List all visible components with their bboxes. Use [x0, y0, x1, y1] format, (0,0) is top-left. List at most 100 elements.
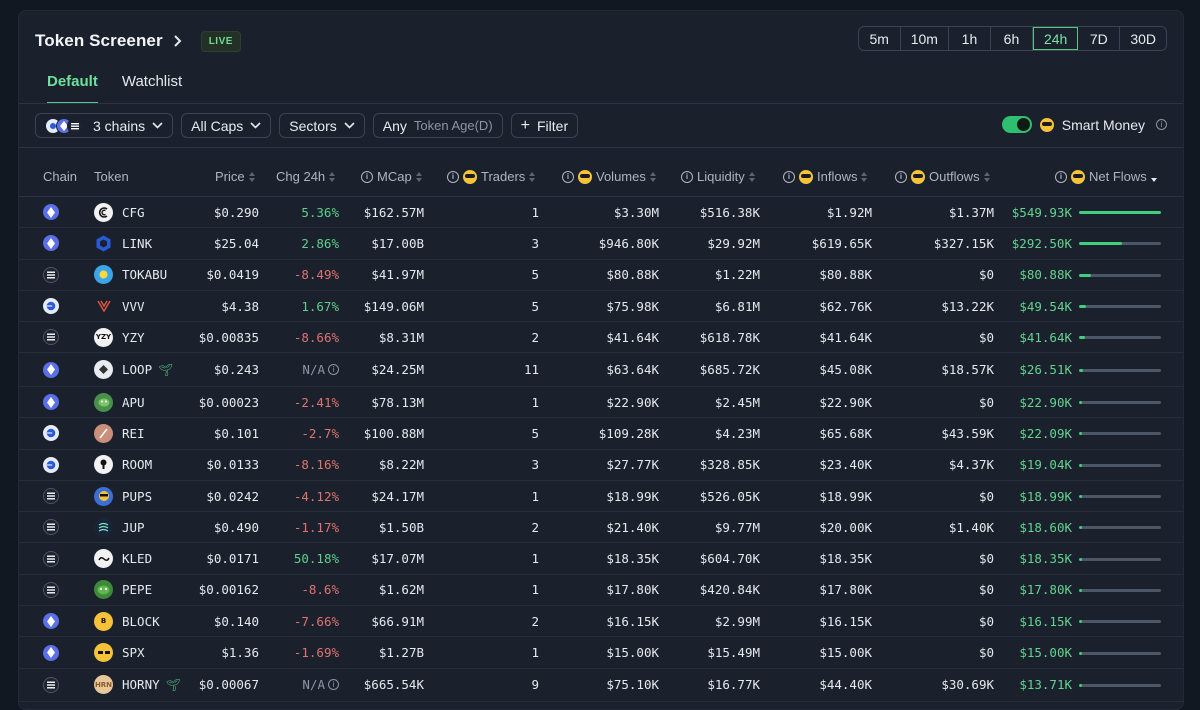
token-symbol: LINK — [122, 235, 153, 251]
mcap-value: $665.54K — [363, 677, 424, 693]
smart-money-toggle[interactable] — [1001, 116, 1032, 133]
cell-mcap: $24.17M — [364, 481, 424, 511]
col-chg24h[interactable]: Chg 24h — [276, 169, 336, 184]
cell-token[interactable]: PEPE — [94, 575, 152, 605]
cell-liquidity: $328.85K — [669, 450, 760, 480]
cell-token[interactable]: HRN HORNY 🌱︎ — [94, 669, 181, 702]
table-row[interactable]: CFG $0.290 5.36% $162.57M 1 $3.30M $516.38K $1.… — [19, 197, 1183, 229]
table-row[interactable]: PUPS $0.0242 -4.12% $24.17M 1 $18.99K $526.05K… — [19, 481, 1183, 513]
sort-icon — [649, 171, 657, 182]
liquidity-value: $9.77M — [714, 519, 760, 535]
col-liquidity[interactable]: i Liquidity — [681, 169, 756, 184]
table-row[interactable]: B BLOCK $0.140 -7.66% $66.91M 2 $16.15K $2.99M $… — [19, 606, 1183, 638]
token-age-filter[interactable]: Any Token Age(D) — [372, 113, 503, 138]
caps-dropdown[interactable]: All Caps — [181, 113, 272, 138]
tab-default[interactable]: Default — [47, 73, 98, 104]
cell-token[interactable]: APU — [94, 387, 145, 417]
liquidity-value: $328.85K — [699, 457, 760, 473]
cell-token[interactable]: SPX — [94, 637, 145, 667]
cell-volumes: $75.10K — [559, 669, 659, 702]
table-row[interactable]: PEPE $0.00162 -8.6% $1.62M 1 $17.80K $420.84K $… — [19, 575, 1183, 607]
cell-chain — [43, 481, 59, 511]
timeframe-10m[interactable]: 10m — [901, 27, 949, 50]
cell-token[interactable]: REI — [94, 418, 145, 448]
table-row[interactable]: ROOM $0.0133 -8.16% $8.22M 3 $27.77K $328.85K $… — [19, 450, 1183, 481]
mcap-value: $78.13M — [371, 394, 424, 410]
table-row[interactable]: JUP $0.490 -1.17% $1.50B 2 $21.40K $9.77M $20.0… — [19, 512, 1183, 544]
traders-value: 2 — [531, 329, 539, 345]
timeframe-1h[interactable]: 1h — [949, 27, 991, 50]
traders-value: 2 — [531, 519, 539, 535]
chevron-right-icon[interactable] — [171, 34, 185, 48]
table-row[interactable]: YZY YZY $0.00835 -8.66% $8.31M 2 $41.64K $618.7… — [19, 322, 1183, 354]
col-traders[interactable]: i Traders — [447, 169, 536, 184]
col-volumes[interactable]: i Volumes — [562, 169, 657, 184]
netflows-value: $13.71K — [1019, 677, 1072, 693]
cell-inflows: $619.65K — [779, 228, 872, 258]
cell-token[interactable]: YZY YZY — [94, 322, 145, 352]
cell-inflows: $22.90K — [779, 387, 872, 417]
table-row[interactable]: LINK $25.04 2.86% $17.00B 3 $946.80K $29.92M $6… — [19, 228, 1183, 260]
cell-token[interactable]: PUPS — [94, 481, 152, 511]
chg-value: -8.66% — [293, 329, 339, 345]
table-row[interactable]: SPX $1.36 -1.69% $1.27B 1 $15.00K $15.49M $15.0… — [19, 637, 1183, 669]
cell-netflows: $549.93K — [999, 197, 1072, 227]
table-row[interactable]: HRN HORNY 🌱︎ $0.00067 N/A i $665.54K 9 $75.10K $1… — [19, 669, 1183, 703]
timeframe-5m[interactable]: 5m — [859, 27, 901, 50]
table-row[interactable]: LOOP 🌱︎ $0.243 N/A i $24.25M 11 $63.64K $685.72K… — [19, 353, 1183, 387]
table-row[interactable]: TOKABU $0.0419 -8.49% $41.97M 5 $80.88K $1.22M… — [19, 260, 1183, 291]
netflow-bar — [1079, 651, 1161, 655]
cell-token[interactable]: KLED — [94, 543, 152, 573]
cell-token[interactable]: LINK — [94, 228, 152, 258]
cell-outflows: $18.57K — [889, 353, 994, 386]
sectors-dropdown[interactable]: Sectors — [279, 113, 365, 138]
token-logo-icon — [94, 455, 113, 475]
cell-token[interactable]: CFG — [94, 197, 145, 227]
info-icon[interactable]: i — [1156, 119, 1167, 130]
info-icon[interactable]: i — [328, 364, 339, 376]
info-icon: i — [562, 170, 574, 183]
col-outflows[interactable]: i Outflows — [895, 169, 991, 184]
table-row[interactable]: APU $0.00023 -2.41% $78.13M 1 $22.90K $2.45M $2… — [19, 387, 1183, 419]
cell-token[interactable]: TOKABU — [94, 260, 167, 290]
netflow-bar-fill — [1079, 651, 1083, 655]
solana-chain-icon — [43, 329, 59, 346]
chg-value: 1.67% — [301, 298, 339, 314]
sort-icon — [329, 171, 336, 182]
cell-token[interactable]: ROOM — [94, 450, 152, 480]
timeframe-6h[interactable]: 6h — [991, 27, 1033, 50]
col-volumes-label: Volumes — [596, 169, 646, 184]
cell-netflows: $292.50K — [999, 228, 1072, 258]
netflow-bar-fill — [1079, 526, 1083, 530]
page-title[interactable]: Token Screener — [35, 31, 163, 51]
price-value: $0.243 — [213, 362, 259, 378]
chains-dropdown[interactable]: 3 chains — [35, 113, 174, 138]
cell-traders: 3 — [459, 450, 539, 480]
tab-watchlist[interactable]: Watchlist — [122, 73, 182, 104]
table-row[interactable]: KLED $0.0171 50.18% $17.07M 1 $18.35K $604.70K… — [19, 543, 1183, 575]
filter-button[interactable]: + Filter — [510, 113, 579, 138]
token-symbol: PUPS — [122, 488, 153, 504]
timeframe-24h[interactable]: 24h — [1032, 27, 1079, 50]
table-row[interactable]: REI $0.101 -2.7% $100.88M 5 $109.28K $4.23M $65… — [19, 418, 1183, 450]
cell-token[interactable]: VVV — [94, 291, 145, 321]
mcap-value: $41.97M — [371, 267, 424, 283]
solana-chain-icon — [43, 581, 59, 598]
col-price[interactable]: Price — [215, 169, 256, 184]
volumes-value: $63.64K — [606, 362, 659, 378]
cell-token[interactable]: LOOP 🌱︎ — [94, 353, 173, 386]
col-mcap[interactable]: i MCap — [361, 169, 423, 184]
price-value: $0.0171 — [206, 551, 259, 567]
traders-value: 1 — [531, 645, 539, 660]
table-row[interactable]: VVV $4.38 1.67% $149.06M 5 $75.98K $6.81M $62.7… — [19, 291, 1183, 323]
col-netflows[interactable]: i Net Flows — [1055, 169, 1158, 184]
netflow-bar-fill — [1079, 683, 1083, 687]
price-value: $0.140 — [213, 613, 259, 629]
col-inflows[interactable]: i Inflows — [783, 169, 868, 184]
cell-token[interactable]: JUP — [94, 512, 145, 542]
timeframe-7d[interactable]: 7D — [1078, 27, 1121, 50]
token-logo-icon — [94, 517, 113, 537]
timeframe-30d[interactable]: 30D — [1120, 27, 1166, 50]
info-icon[interactable]: i — [328, 679, 339, 691]
cell-token[interactable]: B BLOCK — [94, 606, 160, 636]
